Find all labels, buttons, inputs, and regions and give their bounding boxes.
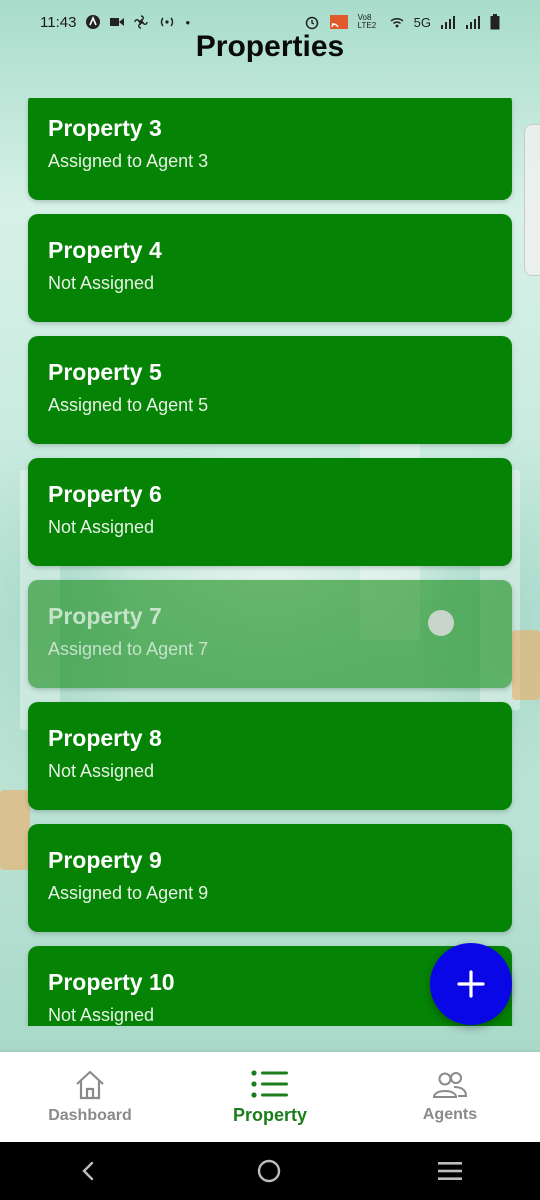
- property-card[interactable]: Property 9 Assigned to Agent 9: [28, 824, 512, 932]
- property-assignment: Not Assigned: [48, 1005, 155, 1025]
- page-title: Properties: [195, 30, 345, 63]
- battery-icon: [490, 14, 500, 30]
- add-property-button[interactable]: [430, 943, 512, 1025]
- nav-item-agents[interactable]: Agents: [370, 1070, 530, 1124]
- home-circle-icon[interactable]: [256, 1158, 282, 1184]
- dot-icon: •: [185, 14, 190, 30]
- nav-label-property: Property: [232, 1104, 308, 1125]
- property-title: Property 7: [48, 603, 162, 629]
- property-title: Property 3: [48, 115, 162, 141]
- signal-icon: [441, 16, 455, 29]
- property-card[interactable]: Property 8 Not Assigned: [28, 702, 512, 810]
- recents-icon[interactable]: [437, 1159, 463, 1183]
- hotspot-icon: [161, 17, 174, 27]
- property-assignment: Assigned to Agent 7: [48, 639, 209, 659]
- scrollbar-handle[interactable]: [524, 124, 540, 276]
- people-icon: [432, 1072, 468, 1098]
- property-title: Property 6: [48, 481, 162, 507]
- property-card[interactable]: Property 4 Not Assigned: [28, 214, 512, 322]
- property-title: Property 5: [48, 359, 162, 385]
- plus-icon: [457, 970, 485, 998]
- property-list[interactable]: Property 3 Assigned to Agent 3 Property …: [0, 98, 540, 1026]
- home-icon: [76, 1070, 104, 1100]
- property-title: Property 4: [48, 237, 162, 263]
- bottom-navigation: Dashboard Property Agents: [0, 1052, 540, 1142]
- network-type-label: 5G: [413, 14, 431, 30]
- nav-label-dashboard: Dashboard: [48, 1107, 132, 1124]
- nav-item-property[interactable]: Property: [190, 1069, 350, 1126]
- system-navigation-bar: [0, 1142, 540, 1200]
- property-title: Property 9: [48, 847, 162, 873]
- property-title: Property 8: [48, 725, 162, 751]
- alarm-icon: [305, 16, 318, 30]
- property-assignment: Assigned to Agent 9: [48, 883, 209, 903]
- property-assignment: Assigned to Agent 5: [48, 395, 209, 415]
- property-card[interactable]: Property 5 Assigned to Agent 5: [28, 336, 512, 444]
- cast-icon: [329, 15, 348, 29]
- carrier-label: Vo8 LTE2: [357, 13, 377, 30]
- property-assignment: Assigned to Agent 3: [48, 151, 209, 171]
- back-icon[interactable]: [77, 1159, 101, 1183]
- property-assignment: Not Assigned: [48, 517, 155, 537]
- property-title: Property 10: [48, 969, 175, 995]
- app-notification-icon: [86, 15, 101, 29]
- list-icon: [251, 1069, 288, 1098]
- fan-icon: [134, 15, 149, 29]
- property-assignment: Not Assigned: [48, 761, 155, 781]
- property-assignment: Not Assigned: [48, 273, 155, 293]
- nav-item-dashboard[interactable]: Dashboard: [10, 1069, 170, 1125]
- nav-label-agents: Agents: [422, 1106, 478, 1123]
- signal-icon-2: [466, 16, 480, 29]
- wifi-calling-icon: [390, 17, 404, 28]
- touch-ripple: [428, 610, 454, 636]
- video-icon: [110, 18, 125, 26]
- status-time: 11:43: [40, 13, 77, 31]
- property-card[interactable]: Property 3 Assigned to Agent 3: [28, 98, 512, 200]
- property-card[interactable]: Property 6 Not Assigned: [28, 458, 512, 566]
- property-card-pressed[interactable]: Property 7 Assigned to Agent 7: [28, 580, 512, 688]
